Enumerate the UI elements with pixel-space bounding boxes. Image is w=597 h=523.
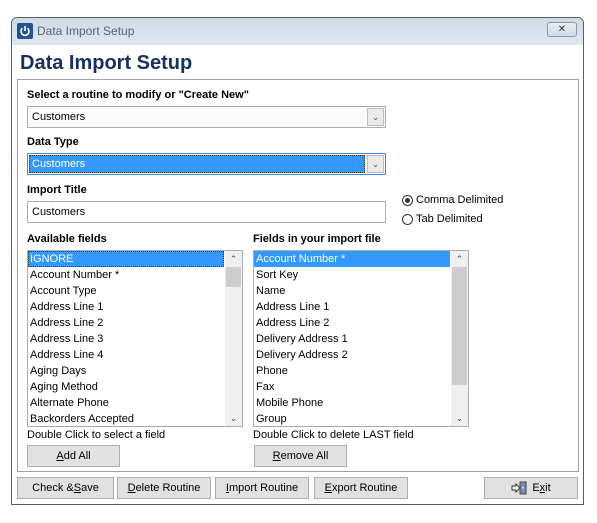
import-title-field[interactable] (27, 201, 386, 223)
btn-mnemonic: D (127, 482, 136, 494)
routine-select[interactable]: Customers ⌄ (27, 106, 386, 128)
btn-mnemonic: R (272, 450, 281, 462)
list-item[interactable]: Address Line 1 (254, 299, 450, 315)
available-fields-scrollbar[interactable]: ⌃ ⌄ (225, 251, 242, 426)
list-item[interactable]: Delivery Address 2 (254, 347, 450, 363)
export-routine-button[interactable]: Export Routine (314, 477, 408, 499)
list-item[interactable]: IGNORE (28, 251, 224, 267)
list-item[interactable]: Account Number * (254, 251, 450, 267)
available-fields-hint: Double Click to select a field (27, 429, 166, 441)
btn-mnemonic: E (324, 482, 332, 494)
list-item[interactable]: Aging Method (28, 379, 224, 395)
page-title: Data Import Setup (20, 52, 193, 74)
list-item[interactable]: Address Line 3 (28, 331, 224, 347)
list-item[interactable]: Phone (254, 363, 450, 379)
import-fields-scrollbar[interactable]: ⌃ ⌄ (451, 251, 468, 426)
exit-door-icon (511, 481, 527, 495)
btn-text: xport Routine (331, 482, 398, 494)
list-item[interactable]: Delivery Address 1 (254, 331, 450, 347)
list-item[interactable]: Alternate Phone (28, 395, 224, 411)
btn-text: mport Routine (228, 482, 299, 494)
list-item[interactable]: Account Type (28, 283, 224, 299)
scroll-down-icon[interactable]: ⌄ (451, 410, 468, 426)
tab-delimited-label: Tab Delimited (416, 213, 483, 225)
delete-routine-button[interactable]: Delete Routine (117, 477, 211, 499)
scroll-thumb[interactable] (452, 267, 467, 385)
power-app-icon (17, 23, 33, 39)
radio-button-unchecked[interactable] (402, 213, 413, 225)
close-icon: ✕ (557, 24, 567, 35)
list-item[interactable]: Account Number * (28, 267, 224, 283)
btn-text: emove All (280, 450, 329, 462)
scroll-up-icon[interactable]: ⌃ (225, 251, 242, 267)
import-title-input[interactable] (28, 202, 385, 222)
list-item[interactable]: Address Line 1 (28, 299, 224, 315)
list-item[interactable]: Sort Key (254, 267, 450, 283)
check-save-button[interactable]: Check & Save (17, 477, 114, 499)
scroll-thumb[interactable] (226, 267, 241, 287)
import-fields-label: Fields in your import file (253, 233, 381, 245)
radio-button-checked[interactable] (402, 194, 413, 206)
btn-mnemonic: A (56, 450, 64, 462)
comma-delimited-label: Comma Delimited (416, 194, 504, 206)
available-fields-label: Available fields (27, 233, 107, 245)
list-item[interactable]: Backorders Accepted (28, 411, 224, 426)
window-title: Data Import Setup (37, 24, 135, 38)
list-item[interactable]: Group (254, 411, 450, 426)
list-item[interactable]: Mobile Phone (254, 395, 450, 411)
import-routine-button[interactable]: Import Routine (215, 477, 309, 499)
list-item[interactable]: Address Line 2 (254, 315, 450, 331)
list-item[interactable]: Fax (254, 379, 450, 395)
available-fields-items: IGNORE Account Number * Account Type Addres… (28, 251, 242, 426)
btn-text: Check & (32, 482, 74, 494)
routine-select-value: Customers (32, 111, 86, 123)
btn-text: elete Routine (135, 482, 201, 494)
data-type-label: Data Type (27, 136, 79, 148)
close-button[interactable]: ✕ (547, 22, 577, 37)
add-all-button[interactable]: Add All (27, 445, 120, 467)
import-fields-list[interactable]: Account Number * Sort Key Name Address Line… (253, 250, 469, 427)
import-fields-items: Account Number * Sort Key Name Address Line… (254, 251, 468, 426)
setup-panel: Select a routine to modify or "Create Ne… (17, 79, 579, 472)
import-title-label: Import Title (27, 184, 87, 196)
dialog-window: Data Import Setup ✕ Data Import Setup Se… (11, 17, 584, 505)
scroll-down-icon[interactable]: ⌄ (225, 410, 242, 426)
comma-delimited-option[interactable]: Comma Delimited (402, 194, 503, 206)
list-item[interactable]: Address Line 2 (28, 315, 224, 331)
btn-text: dd All (63, 450, 91, 462)
list-item[interactable]: Name (254, 283, 450, 299)
list-item[interactable]: Address Line 4 (28, 347, 224, 363)
available-fields-list[interactable]: IGNORE Account Number * Account Type Addres… (27, 250, 243, 427)
exit-button[interactable]: Ex it (484, 477, 578, 499)
title-bar[interactable]: Data Import Setup ✕ (12, 18, 583, 45)
remove-all-button[interactable]: Remove All (254, 445, 347, 467)
import-fields-hint: Double Click to delete LAST field (253, 429, 414, 441)
scroll-up-icon[interactable]: ⌃ (451, 251, 468, 267)
data-type-select-value: Customers (32, 158, 86, 170)
btn-text: E (532, 482, 540, 494)
chevron-down-icon[interactable]: ⌄ (367, 108, 384, 126)
list-item[interactable]: Aging Days (28, 363, 224, 379)
data-type-select[interactable]: Customers ⌄ (27, 153, 386, 175)
tab-delimited-option[interactable]: Tab Delimited (402, 213, 483, 225)
btn-text: ave (81, 482, 99, 494)
chevron-down-icon[interactable]: ⌄ (367, 155, 384, 173)
routine-label: Select a routine to modify or "Create Ne… (27, 89, 249, 101)
btn-mnemonic: S (73, 482, 82, 494)
btn-text: it (545, 482, 551, 494)
